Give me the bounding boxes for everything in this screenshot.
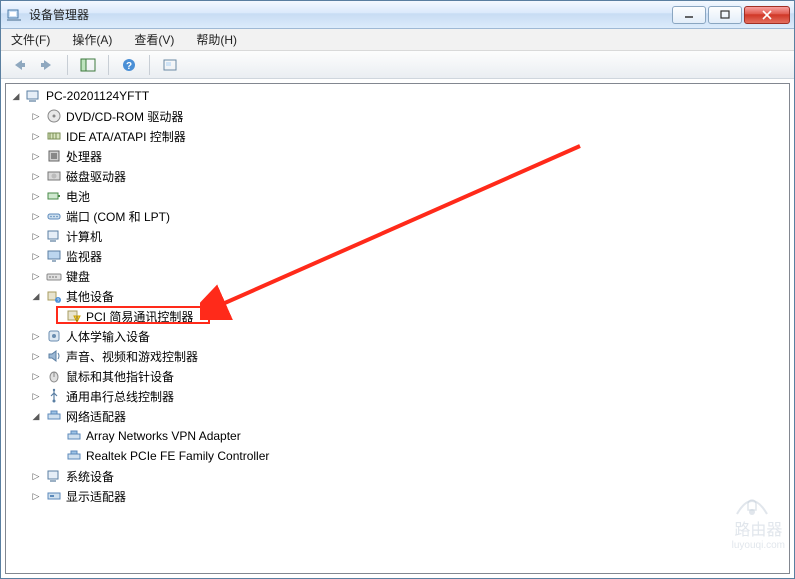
battery-icon (46, 188, 62, 204)
tree-item-system[interactable]: ▷ 系统设备 (26, 466, 789, 486)
sound-icon (46, 348, 62, 364)
expand-icon[interactable]: ▷ (30, 190, 42, 202)
expand-icon[interactable]: ▷ (30, 230, 42, 242)
menu-file[interactable]: 文件(F) (7, 29, 54, 50)
tree-item-pci[interactable]: ▷ ! PCI 简易通讯控制器 (46, 306, 789, 326)
tree-item-computer[interactable]: ▷ 计算机 (26, 226, 789, 246)
forward-button[interactable] (35, 54, 59, 76)
tree-item-ide[interactable]: ▷ IDE ATA/ATAPI 控制器 (26, 126, 789, 146)
ports-icon (46, 208, 62, 224)
expand-icon[interactable]: ▷ (30, 270, 42, 282)
device-manager-window: 设备管理器 文件(F) 操作(A) 查看(V) 帮助(H) (0, 0, 795, 579)
tree-item-hid[interactable]: ▷ 人体学输入设备 (26, 326, 789, 346)
tree-item-mouse[interactable]: ▷ 鼠标和其他指针设备 (26, 366, 789, 386)
scan-button[interactable] (158, 54, 182, 76)
show-hide-tree-button[interactable] (76, 54, 100, 76)
collapse-icon[interactable]: ◢ (10, 90, 22, 102)
tree-item-net[interactable]: ◢ 网络适配器 (26, 406, 789, 426)
expand-icon[interactable]: ▷ (30, 330, 42, 342)
expand-icon[interactable]: ▷ (30, 370, 42, 382)
mouse-icon (46, 368, 62, 384)
tree-item-net-adapter-1[interactable]: ▷ Array Networks VPN Adapter (46, 426, 789, 446)
menu-help[interactable]: 帮助(H) (192, 29, 241, 50)
menubar: 文件(F) 操作(A) 查看(V) 帮助(H) (1, 29, 794, 51)
other-devices-icon: ? (46, 288, 62, 304)
cpu-icon (46, 148, 62, 164)
back-button[interactable] (7, 54, 31, 76)
expand-icon[interactable]: ▷ (30, 470, 42, 482)
tree-item-display[interactable]: ▷ 显示适配器 (26, 486, 789, 506)
net-adapter-icon (66, 448, 82, 464)
ide-icon (46, 128, 62, 144)
tree-item-ports[interactable]: ▷ 端口 (COM 和 LPT) (26, 206, 789, 226)
titlebar: 设备管理器 (1, 1, 794, 29)
warning-device-icon: ! (66, 308, 82, 324)
menu-action[interactable]: 操作(A) (68, 29, 116, 50)
help-button[interactable]: ? (117, 54, 141, 76)
network-icon (46, 408, 62, 424)
system-icon (46, 468, 62, 484)
svg-text:!: ! (76, 317, 78, 323)
keyboard-icon (46, 268, 62, 284)
tree-root-label: PC-20201124YFTT (46, 89, 149, 103)
display-adapter-icon (46, 488, 62, 504)
tree-root[interactable]: ◢ PC-20201124YFTT (6, 86, 789, 106)
net-adapter-icon (66, 428, 82, 444)
tree-item-battery[interactable]: ▷ 电池 (26, 186, 789, 206)
collapse-icon[interactable]: ◢ (30, 410, 42, 422)
svg-text:?: ? (57, 299, 60, 305)
window-title: 设备管理器 (29, 6, 672, 23)
device-tree[interactable]: ◢ PC-20201124YFTT ▷ DVD/CD-ROM 驱动器 ▷ (5, 83, 790, 574)
tree-item-disk[interactable]: ▷ 磁盘驱动器 (26, 166, 789, 186)
collapse-icon[interactable]: ◢ (30, 290, 42, 302)
expand-icon[interactable]: ▷ (30, 210, 42, 222)
tree-item-net-adapter-2[interactable]: ▷ Realtek PCIe FE Family Controller (46, 446, 789, 466)
close-button[interactable] (744, 6, 790, 24)
disk-icon (46, 168, 62, 184)
toolbar: ? (1, 51, 794, 79)
dvd-icon (46, 108, 62, 124)
tree-item-cpu[interactable]: ▷ 处理器 (26, 146, 789, 166)
minimize-button[interactable] (672, 6, 706, 24)
expand-icon[interactable]: ▷ (30, 390, 42, 402)
tree-item-monitor[interactable]: ▷ 监视器 (26, 246, 789, 266)
expand-icon[interactable]: ▷ (30, 110, 42, 122)
tree-item-dvd[interactable]: ▷ DVD/CD-ROM 驱动器 (26, 106, 789, 126)
window-buttons (672, 6, 790, 24)
toolbar-separator (67, 55, 68, 75)
hid-icon (46, 328, 62, 344)
expand-icon[interactable]: ▷ (30, 130, 42, 142)
expand-icon[interactable]: ▷ (30, 350, 42, 362)
maximize-button[interactable] (708, 6, 742, 24)
tree-item-other[interactable]: ◢ ? 其他设备 (26, 286, 789, 306)
toolbar-separator (108, 55, 109, 75)
menu-view[interactable]: 查看(V) (130, 29, 178, 50)
expand-icon[interactable]: ▷ (30, 250, 42, 262)
computer-icon (26, 88, 42, 104)
expand-icon[interactable]: ▷ (30, 490, 42, 502)
computer-small-icon (46, 228, 62, 244)
tree-item-usb[interactable]: ▷ 通用串行总线控制器 (26, 386, 789, 406)
usb-icon (46, 388, 62, 404)
tree-item-keyboard[interactable]: ▷ 键盘 (26, 266, 789, 286)
svg-text:?: ? (126, 61, 132, 72)
app-icon (7, 7, 23, 23)
tree-item-sound[interactable]: ▷ 声音、视频和游戏控制器 (26, 346, 789, 366)
toolbar-separator (149, 55, 150, 75)
monitor-icon (46, 248, 62, 264)
expand-icon[interactable]: ▷ (30, 150, 42, 162)
expand-icon[interactable]: ▷ (30, 170, 42, 182)
